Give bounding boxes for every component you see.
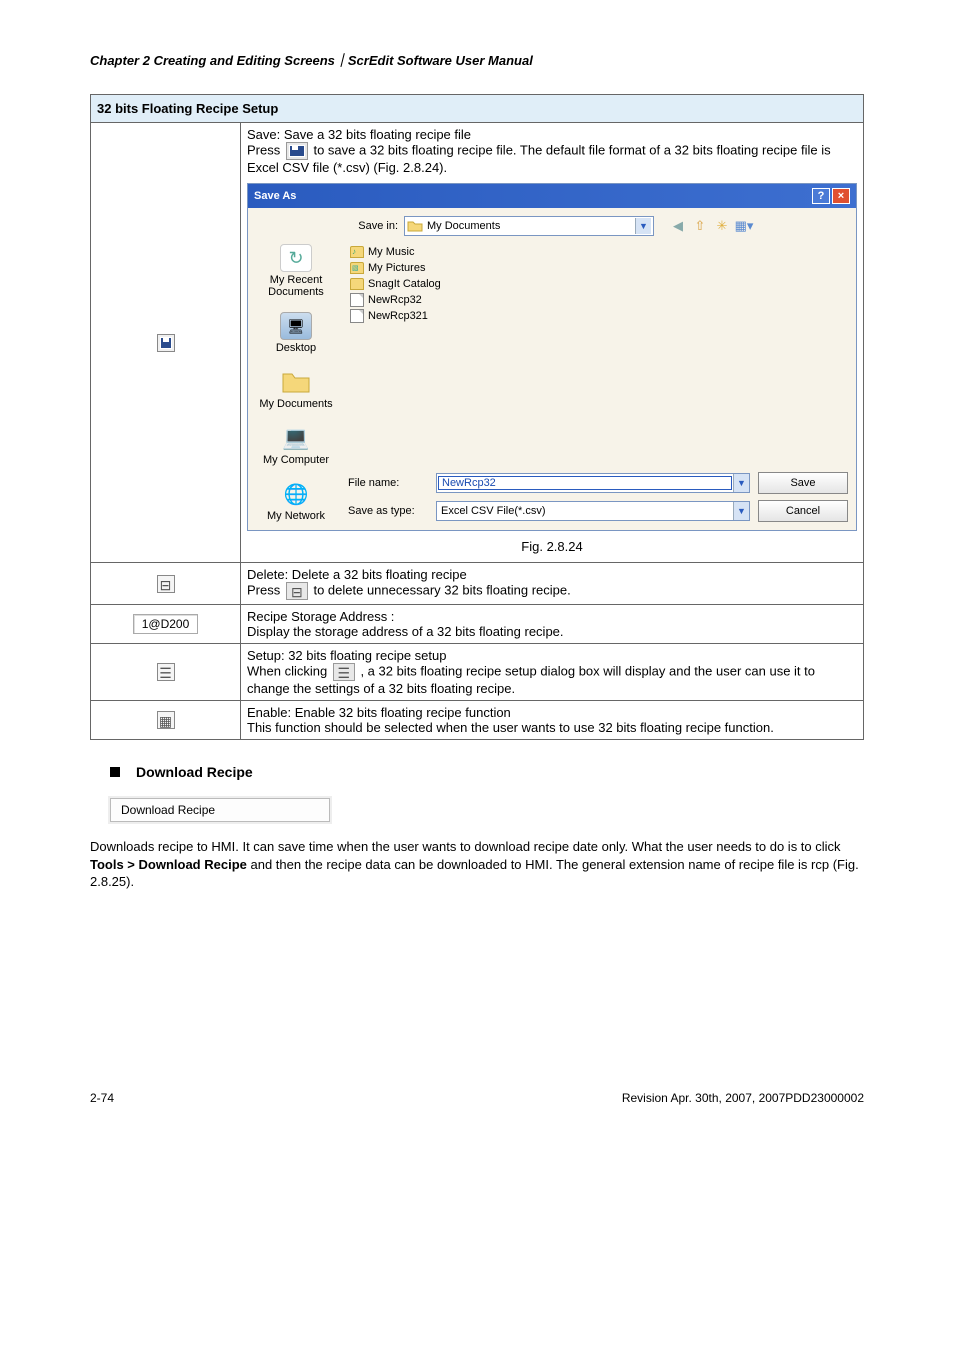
list-item[interactable]: SnagIt Catalog bbox=[350, 276, 846, 292]
new-folder-icon[interactable]: ✳ bbox=[714, 218, 730, 234]
folder-icon bbox=[350, 278, 364, 290]
section-header: Download Recipe bbox=[90, 764, 864, 780]
save-line2: Press to save a 32 bits floating recipe … bbox=[247, 142, 857, 175]
list-item[interactable]: NewRcp321 bbox=[350, 308, 846, 324]
setup-recipe-icon: ☰ bbox=[157, 663, 175, 681]
place-recent[interactable]: ↻ My Recent Documents bbox=[256, 244, 336, 298]
views-icon[interactable]: ▦▾ bbox=[736, 218, 752, 234]
revision-text: Revision Apr. 30th, 2007, 2007PDD2300000… bbox=[622, 1091, 864, 1105]
saveas-title-text: Save As bbox=[254, 190, 296, 202]
storage-desc-cell: Recipe Storage Address : Display the sto… bbox=[241, 605, 864, 644]
dropdown-icon[interactable]: ▼ bbox=[635, 218, 651, 234]
enable-line1: Enable: Enable 32 bits floating recipe f… bbox=[247, 705, 857, 720]
computer-icon: 💻 bbox=[280, 424, 312, 452]
file-icon bbox=[350, 293, 364, 307]
setup-desc-cell: Setup: 32 bits floating recipe setup Whe… bbox=[241, 644, 864, 701]
enable-desc-cell: Enable: Enable 32 bits floating recipe f… bbox=[241, 701, 864, 740]
storage-icon-cell: 1@D200 bbox=[91, 605, 241, 644]
folder-icon bbox=[407, 219, 423, 233]
bullet-square-icon bbox=[110, 767, 120, 777]
page-footer: 2-74 Revision Apr. 30th, 2007, 2007PDD23… bbox=[90, 1091, 864, 1105]
delete-desc-cell: Delete: Delete a 32 bits floating recipe… bbox=[241, 563, 864, 605]
places-bar: ↻ My Recent Documents 🖥 Desktop bbox=[256, 216, 336, 522]
floppy-icon bbox=[157, 334, 175, 352]
savein-combo[interactable]: My Documents ▼ bbox=[404, 216, 654, 236]
storage-line2: Display the storage address of a 32 bits… bbox=[247, 624, 857, 639]
chapter-header: Chapter 2 Creating and Editing Screens｜S… bbox=[90, 50, 864, 69]
enable-line2: This function should be selected when th… bbox=[247, 720, 857, 735]
list-item[interactable]: My Pictures bbox=[350, 260, 846, 276]
setup-line1: Setup: 32 bits floating recipe setup bbox=[247, 648, 857, 663]
list-item[interactable]: NewRcp32 bbox=[350, 292, 846, 308]
recent-docs-icon: ↻ bbox=[280, 244, 312, 272]
saveas-dialog: Save As ? × ↻ My Recent Documents bbox=[247, 183, 857, 531]
delete-recipe-icon-inline: ⊟ bbox=[286, 582, 308, 600]
download-recipe-paragraph: Downloads recipe to HMI. It can save tim… bbox=[90, 838, 864, 891]
enable-icon-cell: ▦ bbox=[91, 701, 241, 740]
folder-icon bbox=[350, 262, 364, 274]
table-title: 32 bits Floating Recipe Setup bbox=[91, 95, 864, 123]
dropdown-icon[interactable]: ▼ bbox=[733, 502, 749, 520]
dropdown-icon[interactable]: ▼ bbox=[733, 474, 749, 492]
folder-icon bbox=[350, 246, 364, 258]
setup-line2: When clicking ☰ , a 32 bits floating rec… bbox=[247, 663, 857, 696]
place-mydocs[interactable]: My Documents bbox=[259, 368, 332, 410]
table-row: 1@D200 Recipe Storage Address : Display … bbox=[91, 605, 864, 644]
setup-icon-cell: ☰ bbox=[91, 644, 241, 701]
mydocs-icon bbox=[280, 368, 312, 396]
floppy-icon-inline bbox=[286, 142, 308, 160]
setup-recipe-icon-inline: ☰ bbox=[333, 663, 355, 681]
place-mycomp[interactable]: 💻 My Computer bbox=[263, 424, 329, 466]
filename-label: File name: bbox=[348, 477, 428, 489]
delete-line1: Delete: Delete a 32 bits floating recipe bbox=[247, 567, 857, 582]
enable-recipe-icon: ▦ bbox=[157, 711, 175, 729]
file-icon bbox=[350, 309, 364, 323]
savetype-combo[interactable]: Excel CSV File(*.csv) ▼ bbox=[436, 501, 750, 521]
saveas-titlebar: Save As ? × bbox=[248, 184, 856, 208]
figure-caption: Fig. 2.8.24 bbox=[247, 535, 857, 558]
cancel-button[interactable]: Cancel bbox=[758, 500, 848, 522]
save-icon-cell bbox=[91, 123, 241, 563]
save-desc-cell: Save: Save a 32 bits floating recipe fil… bbox=[241, 123, 864, 563]
help-button[interactable]: ? bbox=[812, 188, 830, 204]
delete-recipe-icon: ⊟ bbox=[157, 575, 175, 593]
page-number: 2-74 bbox=[90, 1091, 114, 1105]
delete-icon-cell: ⊟ bbox=[91, 563, 241, 605]
download-recipe-menuitem[interactable]: Download Recipe bbox=[110, 798, 330, 822]
save-button[interactable]: Save bbox=[758, 472, 848, 494]
recipe-table: 32 bits Floating Recipe Setup Save: Save… bbox=[90, 94, 864, 740]
back-icon[interactable]: ◀ bbox=[670, 218, 686, 234]
storage-line1: Recipe Storage Address : bbox=[247, 609, 857, 624]
place-desktop[interactable]: 🖥 Desktop bbox=[276, 312, 316, 354]
table-row: ▦ Enable: Enable 32 bits floating recipe… bbox=[91, 701, 864, 740]
up-icon[interactable]: ⇧ bbox=[692, 218, 708, 234]
place-mynet[interactable]: 🌐 My Network bbox=[267, 480, 325, 522]
table-row: ⊟ Delete: Delete a 32 bits floating reci… bbox=[91, 563, 864, 605]
save-line1: Save: Save a 32 bits floating recipe fil… bbox=[247, 127, 857, 142]
storage-address-field[interactable]: 1@D200 bbox=[133, 614, 199, 634]
close-button[interactable]: × bbox=[832, 188, 850, 204]
table-row: Save: Save a 32 bits floating recipe fil… bbox=[91, 123, 864, 563]
savein-label: Save in: bbox=[348, 220, 398, 232]
delete-line2: Press ⊟ to delete unnecessary 32 bits fl… bbox=[247, 582, 857, 600]
list-item[interactable]: My Music bbox=[350, 244, 846, 260]
desktop-icon: 🖥 bbox=[280, 312, 312, 340]
filename-input[interactable]: NewRcp32 ▼ bbox=[436, 473, 750, 493]
section-title: Download Recipe bbox=[136, 764, 253, 780]
table-row: ☰ Setup: 32 bits floating recipe setup W… bbox=[91, 644, 864, 701]
network-icon: 🌐 bbox=[280, 480, 312, 508]
file-list[interactable]: My Music My Pictures SnagIt Catalog NewR… bbox=[348, 242, 848, 466]
savetype-label: Save as type: bbox=[348, 505, 428, 517]
